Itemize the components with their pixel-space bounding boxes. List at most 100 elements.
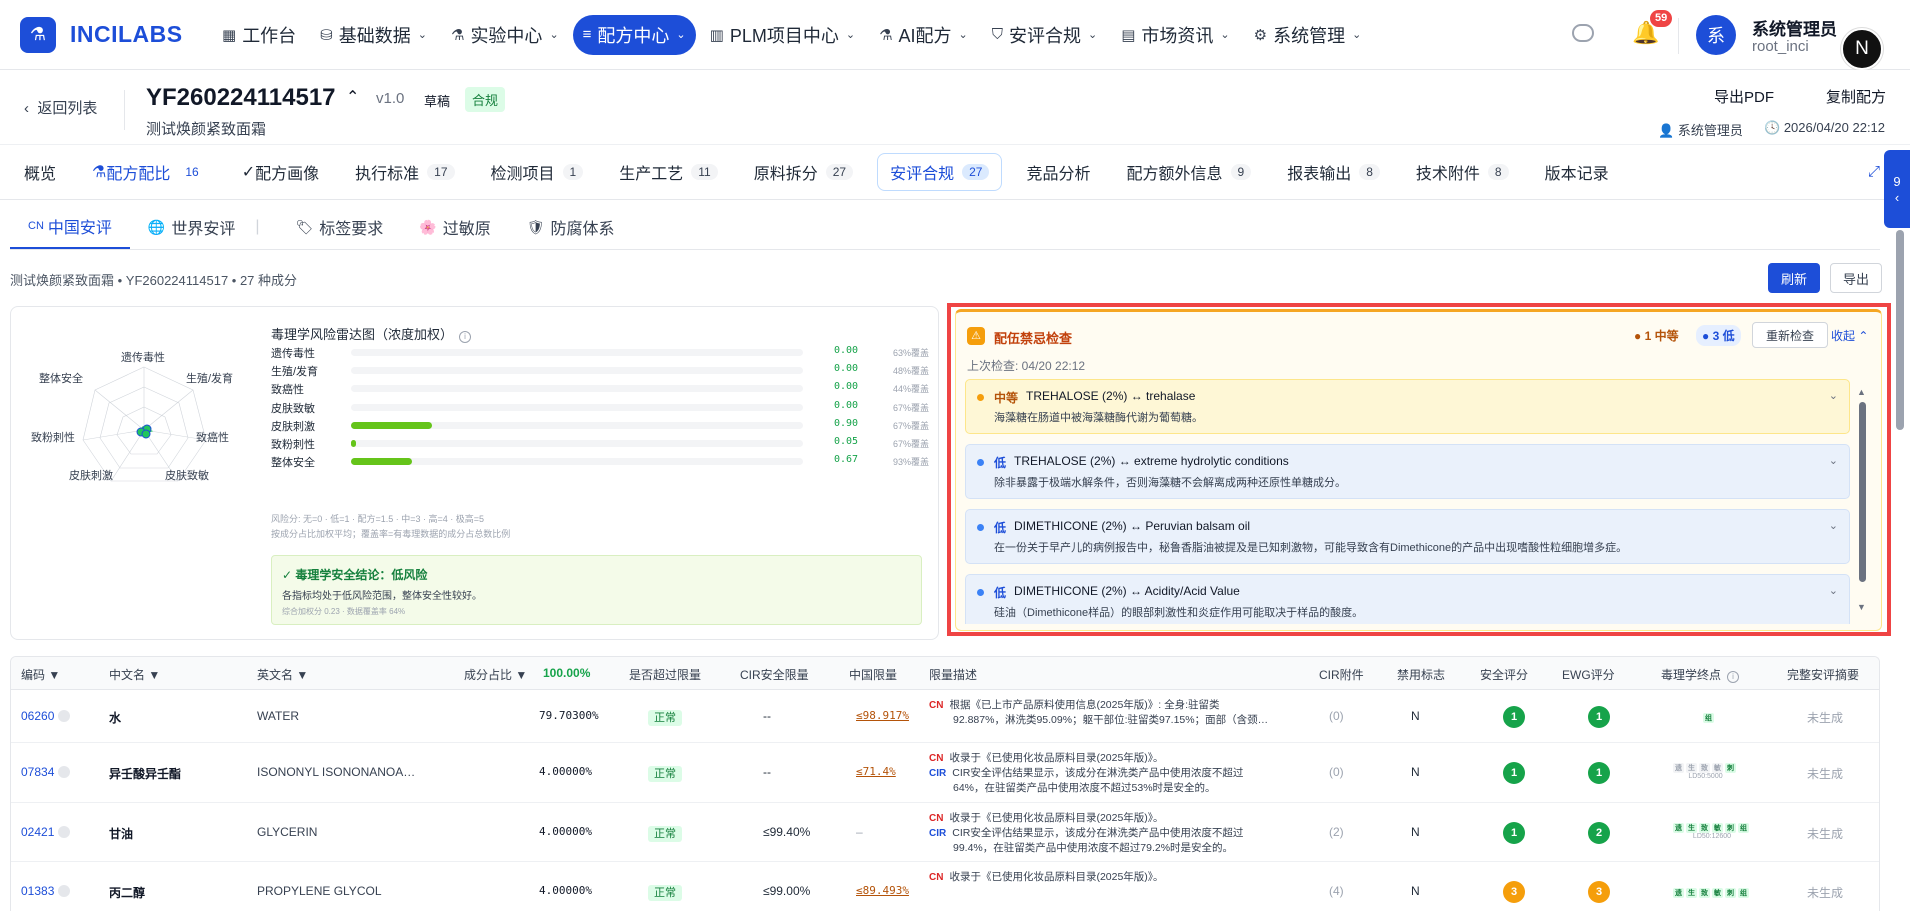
tab-6[interactable]: 原料拆分 27 xyxy=(742,153,865,191)
col-cname[interactable]: 中文名 ▼ xyxy=(109,666,160,683)
chevron-down-icon[interactable]: ⌄ xyxy=(1829,454,1838,467)
tox-bar-row: 皮肤刺激 0.90 67%覆盖 xyxy=(271,416,931,434)
info-icon[interactable]: i xyxy=(459,331,472,343)
avatar[interactable]: 系 xyxy=(1696,15,1736,55)
tab-1[interactable]: ⚗ 配方配比 16 xyxy=(80,153,218,191)
tab-4[interactable]: 检测项目 1 xyxy=(479,153,596,191)
recheck-button[interactable]: 重新检查 xyxy=(1752,322,1828,348)
nav-item-1[interactable]: ⛁ 基础数据 ⌄ xyxy=(310,15,437,55)
conflict-item[interactable]: 低 TREHALOSE (2%) ↔ extreme hydrolytic con… xyxy=(965,444,1850,499)
copy-formula-button[interactable]: 复制配方 xyxy=(1826,86,1886,107)
tab-12[interactable]: 版本记录 xyxy=(1533,153,1621,191)
chat-icon[interactable] xyxy=(1572,24,1594,42)
collapse-button[interactable]: 收起 ⌃ xyxy=(1831,327,1868,344)
tab-11[interactable]: 技术附件 8 xyxy=(1404,153,1521,191)
subtab-4[interactable]: 🛡 防腐体系 xyxy=(509,205,633,249)
code-cell[interactable]: 06260 xyxy=(21,709,71,723)
ingredient-code[interactable]: 07834 xyxy=(21,765,54,779)
ingredient-code[interactable]: 02421 xyxy=(21,825,54,839)
page-scrollbar[interactable] xyxy=(1896,230,1904,430)
subtab-2[interactable]: 🏷 标签要求 xyxy=(278,205,402,249)
subtab-0[interactable]: CN 中国安评 xyxy=(10,205,130,249)
conflict-item[interactable]: 低 DIMETHICONE (2%) ↔ Peruvian balsam oil 在… xyxy=(965,509,1850,564)
tab-3[interactable]: 执行标准 17 xyxy=(343,153,466,191)
col-code[interactable]: 编码 ▼ xyxy=(21,666,60,683)
nav-item-3[interactable]: ≡ 配方中心 ⌄ xyxy=(572,14,696,55)
col-ratio[interactable]: 成分占比 ▼ xyxy=(464,666,527,683)
chevron-down-icon: ⌄ xyxy=(1352,29,1362,41)
side-drawer-handle[interactable]: 9 ‹ xyxy=(1884,150,1910,228)
brand-logo[interactable]: ⚗ INCILABS xyxy=(20,16,210,53)
conflict-item[interactable]: 低 DIMETHICONE (2%) ↔ Acidity/Acid Value 硅油… xyxy=(965,574,1850,624)
ingredient-code[interactable]: 06260 xyxy=(21,709,54,723)
tox-endpoint-tag: 敏 xyxy=(1712,823,1723,833)
col-ename[interactable]: 英文名 ▼ xyxy=(257,666,308,683)
tox-bar-name: 致癌性 xyxy=(271,384,304,397)
chevron-down-icon[interactable]: ⌄ xyxy=(1829,584,1838,597)
subtab-icon: 🛡 xyxy=(526,218,545,235)
tab-count-badge: 16 xyxy=(185,165,199,179)
nav-item-4[interactable]: ▥ PLM项目中心 ⌄ xyxy=(700,15,865,55)
code-cell[interactable]: 07834 xyxy=(21,765,71,779)
ingredient-code[interactable]: 01383 xyxy=(21,884,54,898)
scroll-down-icon[interactable]: ▼ xyxy=(1857,602,1866,612)
tox-bar-row: 整体安全 0.67 93%覆盖 xyxy=(271,452,931,470)
tab-5[interactable]: 生产工艺 11 xyxy=(607,153,729,191)
export-pdf-button[interactable]: 导出PDF xyxy=(1714,86,1774,107)
nav-item-8[interactable]: ⚙ 系统管理 ⌄ xyxy=(1244,15,1372,55)
subtab-3[interactable]: 🌸 过敏原 xyxy=(401,205,508,249)
tab-10[interactable]: 报表输出 8 xyxy=(1275,153,1392,191)
cir-file-count[interactable]: (0) xyxy=(1329,709,1344,723)
info-icon[interactable]: i xyxy=(1727,671,1740,683)
tab-label: 报表输出 xyxy=(1287,166,1352,183)
table-row[interactable]: 07834 异壬酸异壬酯 ISONONYL ISONONANOA… 4.00000% 正… xyxy=(11,743,1879,803)
tox-endpoint-cell: 遗生致敏刺组 xyxy=(1673,884,1751,898)
nav-item-7[interactable]: ▤ 市场资讯 ⌄ xyxy=(1111,15,1239,55)
chevron-down-icon[interactable]: ⌄ xyxy=(1829,519,1838,532)
cir-file-count[interactable]: (0) xyxy=(1329,765,1344,779)
refresh-button[interactable]: 刷新 xyxy=(1768,263,1820,293)
gear-icon: ⚙ xyxy=(1253,26,1268,44)
nav-item-2[interactable]: ⚗ 实验中心 ⌄ xyxy=(441,15,569,55)
tab-label: 生产工艺 xyxy=(619,166,684,183)
user-name[interactable]: 系统管理员 xyxy=(1752,15,1837,40)
code-cell[interactable]: 01383 xyxy=(21,884,71,898)
tab-0[interactable]: 概览 xyxy=(12,153,68,191)
tab-8[interactable]: 竞品分析 xyxy=(1014,153,1102,191)
nav-item-6[interactable]: ⛉ 安评合规 ⌄ xyxy=(982,15,1107,55)
tab-7[interactable]: 安评合规 27 xyxy=(877,153,1003,191)
limit-desc-line: CN 根据《已上市产品原料使用信息(2025年版)》: 全身:驻留类 xyxy=(929,697,1268,712)
tox-bar-track xyxy=(351,385,803,393)
level-dot-icon xyxy=(977,524,984,531)
tab-2[interactable]: ✓ 配方画像 xyxy=(230,153,331,191)
table-row[interactable]: 02421 甘油 GLYCERIN 4.00000% 正常 ≤99.40% – CN 收录于《已… xyxy=(11,803,1879,862)
status-cell: 正常 xyxy=(648,825,682,842)
nav-item-0[interactable]: ▦ 工作台 xyxy=(212,15,306,55)
ewg-score-cell: 2 xyxy=(1588,822,1610,844)
cir-file-count[interactable]: (2) xyxy=(1329,825,1344,839)
export-button[interactable]: 导出 xyxy=(1830,263,1882,293)
n-badge-button[interactable]: N xyxy=(1841,28,1883,70)
tab-9[interactable]: 配方额外信息 9 xyxy=(1114,153,1263,191)
table-row[interactable]: 06260 水 WATER 79.70300% 正常 -- ≤98.917% CN 根据《已上市… xyxy=(11,690,1879,743)
chevron-down-icon[interactable]: ⌄ xyxy=(1829,389,1838,402)
tox-bar-track xyxy=(351,440,803,447)
table-row[interactable]: 01383 丙二醇 PROPYLENE GLYCOL 4.00000% 正常 ≤99.00… xyxy=(11,862,1879,911)
code-cell[interactable]: 02421 xyxy=(21,825,71,839)
nav-item-5[interactable]: ⚗ AI配方 ⌄ xyxy=(869,15,978,55)
col-limit-desc: 限量描述 xyxy=(929,668,978,682)
scroll-up-icon[interactable]: ▲ xyxy=(1857,387,1866,397)
conflict-item[interactable]: 中等 TREHALOSE (2%) ↔ trehalase 海藻糖在肠道中被海藻糖酶… xyxy=(965,379,1850,434)
tox-bar-coverage: 63%覆盖 xyxy=(893,348,930,358)
chevron-left-icon: ‹ xyxy=(1894,190,1900,205)
back-to-list-link[interactable]: ‹ 返回列表 xyxy=(24,97,97,118)
conflict-desc: 除非暴露于极端水解条件，否则海藻糖不会解离成两种还原性单糖成分。 xyxy=(994,477,1346,489)
tox-endpoint-tag: 敏 xyxy=(1712,888,1723,898)
conflict-list-scrollbar[interactable] xyxy=(1859,402,1866,582)
chevron-up-icon[interactable]: ⌃ xyxy=(346,87,359,107)
subtab-1[interactable]: 🌐 世界安评 | xyxy=(130,205,278,249)
expand-icon[interactable]: ⤢ xyxy=(1868,163,1880,180)
col-cir-limit: CIR安全限量 xyxy=(740,668,809,682)
tox-bar-row: 致癌性 0.00 44%覆盖 xyxy=(271,379,931,397)
cir-file-count[interactable]: (4) xyxy=(1329,884,1344,898)
